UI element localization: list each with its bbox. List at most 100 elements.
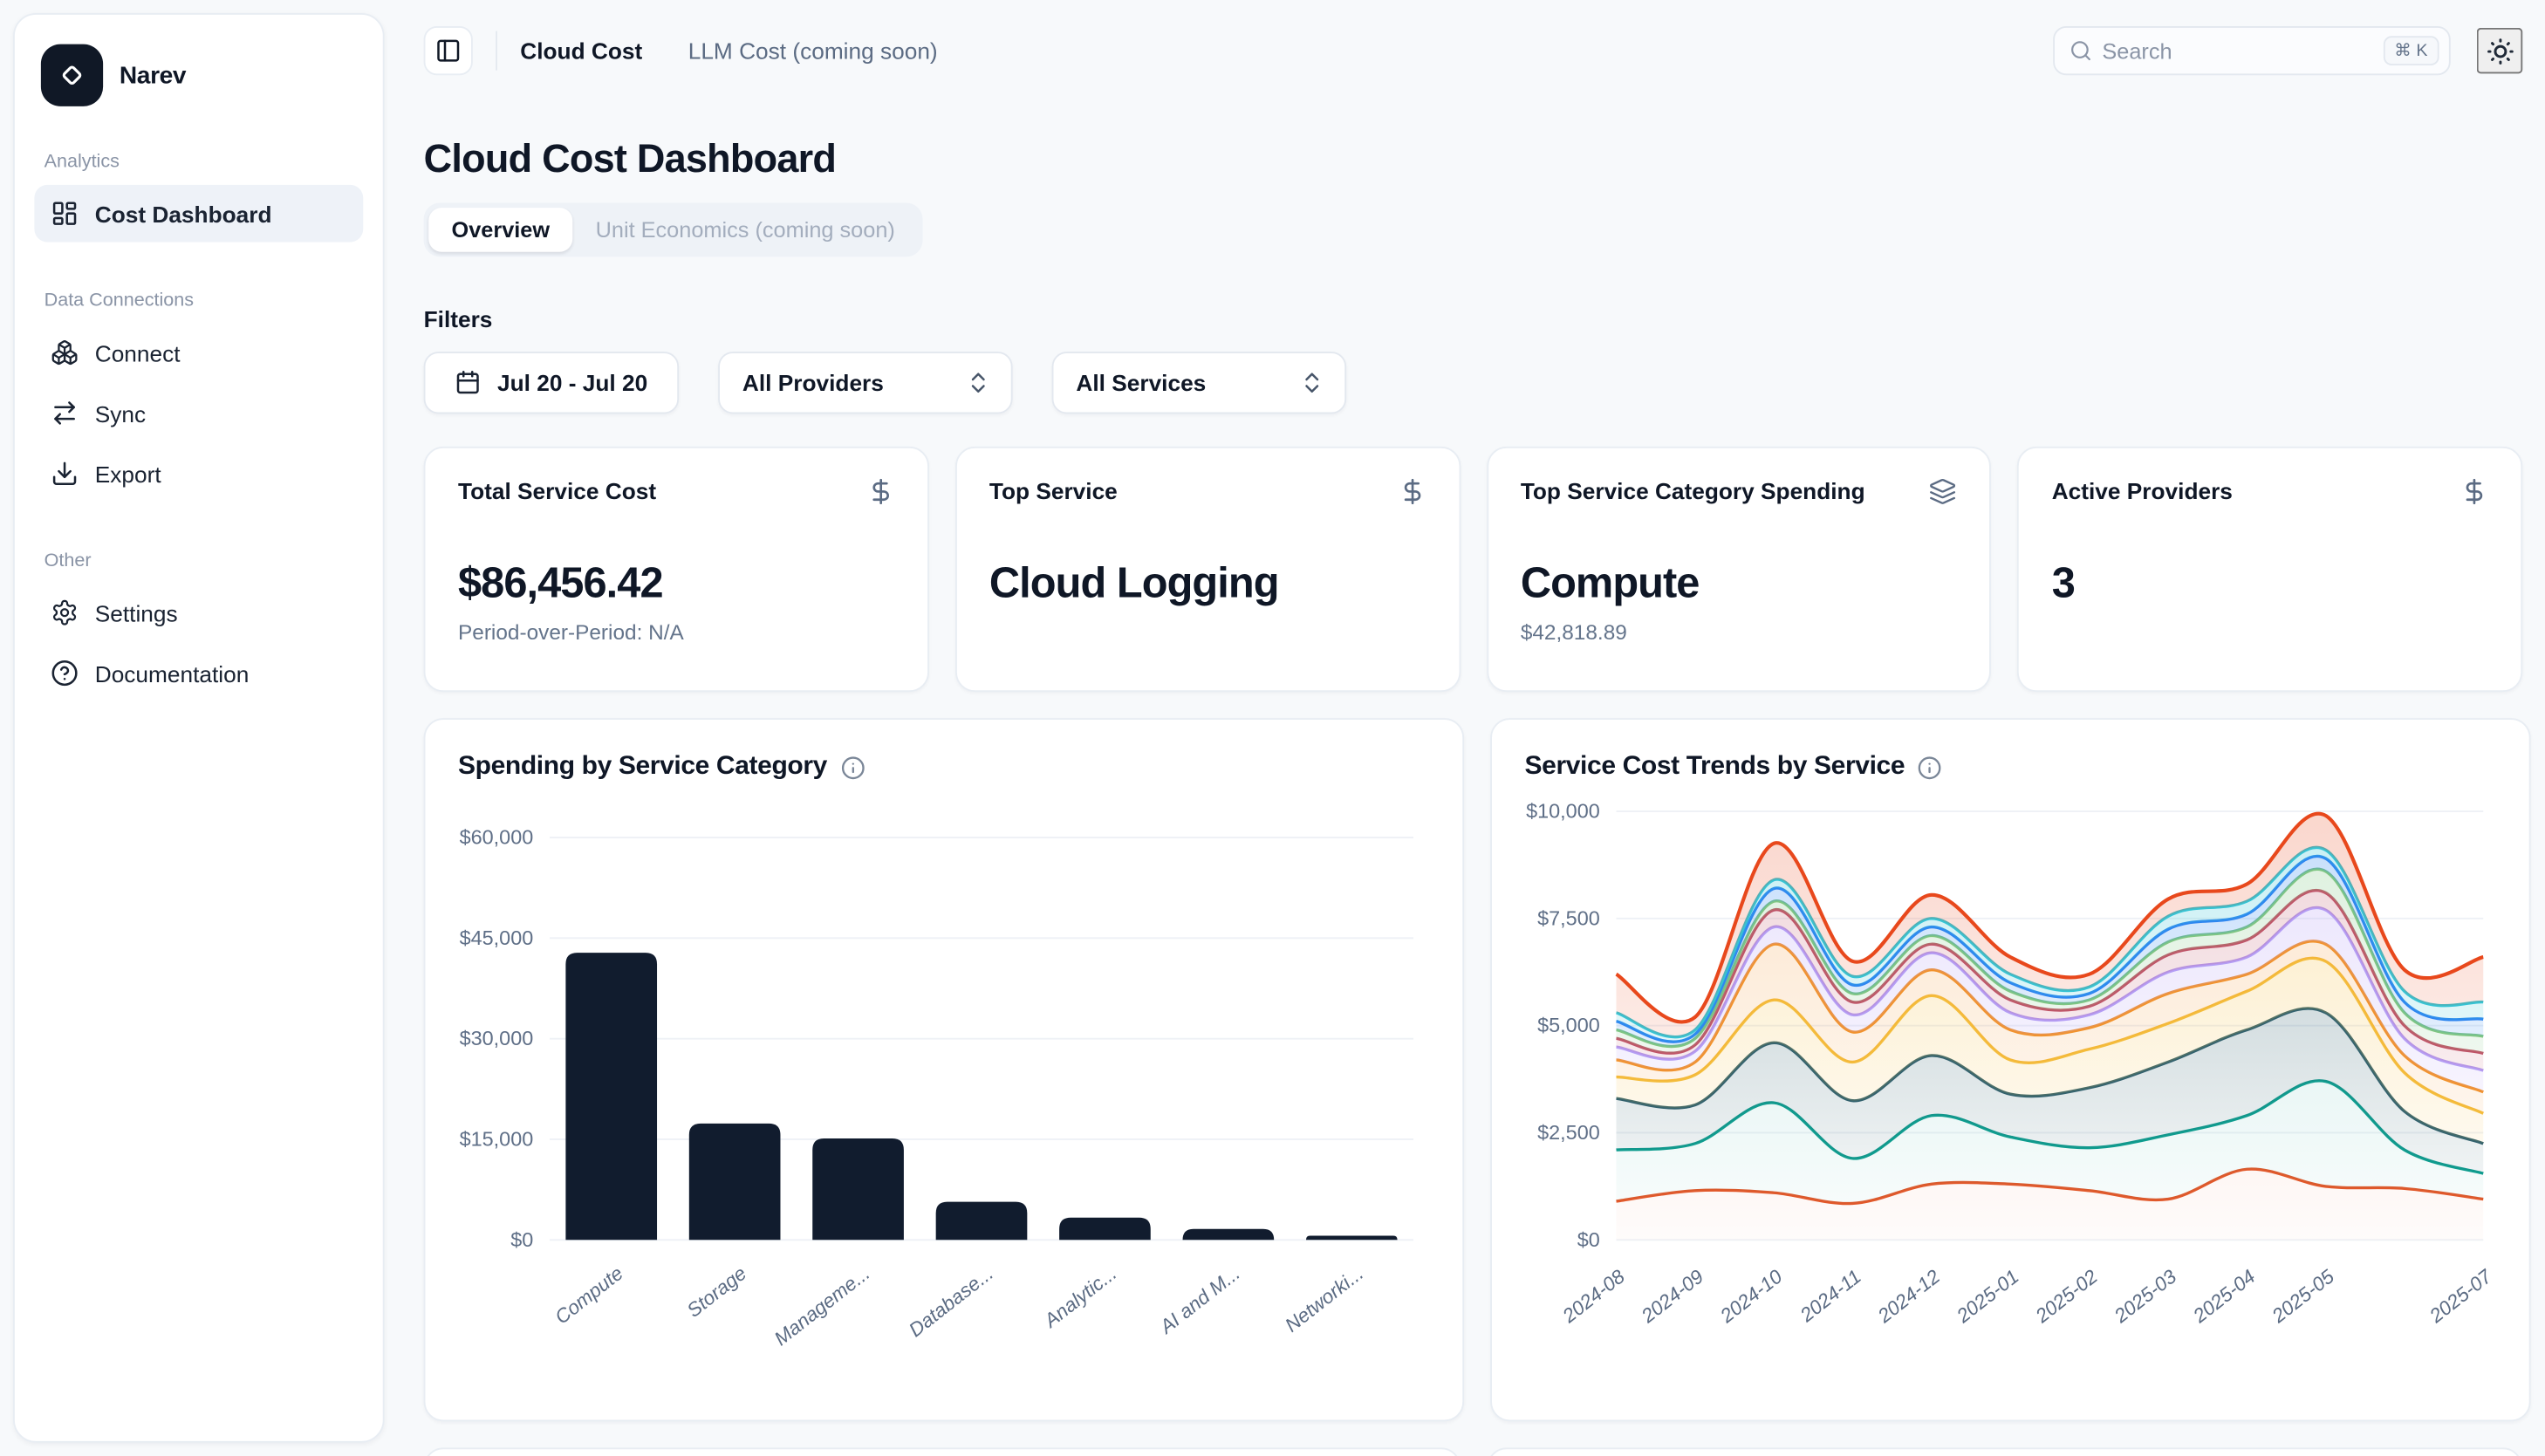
filter-controls: Jul 20 - Jul 20 All Providers All Servic… <box>424 352 2523 414</box>
svg-text:$10,000: $10,000 <box>1526 800 1600 823</box>
svg-text:Storage: Storage <box>683 1262 750 1322</box>
sidebar-item-settings[interactable]: Settings <box>34 584 363 641</box>
layers-icon <box>1929 478 1957 506</box>
partial-card-left <box>424 1447 1461 1456</box>
service-filter-value: All Services <box>1076 370 1206 396</box>
nav-cloud-cost[interactable]: Cloud Cost <box>520 38 642 64</box>
stat-title: Active Providers <box>2052 478 2233 504</box>
help-circle-icon <box>51 660 79 687</box>
svg-text:2025-03: 2025-03 <box>2110 1265 2181 1327</box>
stat-subtitle: Period-over-Period: N/A <box>458 620 894 645</box>
topbar: Cloud Cost LLM Cost (coming soon) ⌘ K <box>424 26 2523 75</box>
stat-value: 3 <box>2052 557 2488 608</box>
chevrons-up-down-icon <box>965 370 991 396</box>
svg-text:$0: $0 <box>1577 1228 1600 1251</box>
service-filter-select[interactable]: All Services <box>1051 352 1346 414</box>
stat-cards: Total Service Cost $86,456.42 Period-ove… <box>424 447 2523 692</box>
sidebar-section-other: Other <box>44 551 353 571</box>
svg-text:$15,000: $15,000 <box>460 1127 534 1150</box>
search-icon <box>2070 39 2092 62</box>
dollar-icon <box>2460 478 2488 506</box>
download-icon <box>51 460 79 488</box>
sidebar-item-label: Cost Dashboard <box>95 201 272 227</box>
svg-text:Compute: Compute <box>551 1262 626 1329</box>
sidebar-item-documentation[interactable]: Documentation <box>34 645 363 702</box>
provider-filter-value: All Providers <box>742 370 884 396</box>
stat-title: Total Service Cost <box>458 478 656 504</box>
svg-text:AI and M...: AI and M... <box>1154 1262 1244 1339</box>
sidebar-item-label: Documentation <box>95 660 250 687</box>
svg-text:Analytic...: Analytic... <box>1039 1262 1121 1333</box>
sidebar: Narev Analytics Cost Dashboard Data Conn… <box>13 13 385 1443</box>
page-title: Cloud Cost Dashboard <box>424 138 2523 184</box>
info-icon[interactable] <box>1918 755 1942 779</box>
svg-text:2025-05: 2025-05 <box>2268 1265 2339 1327</box>
dollar-icon <box>866 478 894 506</box>
svg-text:2025-01: 2025-01 <box>1952 1265 2022 1327</box>
svg-text:2024-10: 2024-10 <box>1715 1265 1787 1327</box>
tab-unit-economics[interactable]: Unit Economics (coming soon) <box>572 208 918 252</box>
provider-filter-select[interactable]: All Providers <box>718 352 1013 414</box>
sidebar-item-label: Sync <box>95 400 146 426</box>
chart-cards: Spending by Service Category $0 $15,000 $3… <box>424 718 2523 1421</box>
stat-value: $86,456.42 <box>458 557 894 608</box>
brand: Narev <box>34 41 363 110</box>
svg-text:2024-09: 2024-09 <box>1637 1265 1708 1327</box>
partial-card-right <box>1486 1447 2522 1456</box>
sidebar-toggle-button[interactable] <box>424 26 473 75</box>
nav-llm-cost[interactable]: LLM Cost (coming soon) <box>688 38 938 64</box>
svg-text:$60,000: $60,000 <box>460 826 534 849</box>
tab-overview[interactable]: Overview <box>428 208 572 252</box>
svg-text:$2,500: $2,500 <box>1537 1121 1600 1144</box>
stat-value: Cloud Logging <box>989 557 1426 608</box>
sidebar-item-sync[interactable]: Sync <box>34 385 363 442</box>
svg-text:2024-11: 2024-11 <box>1796 1265 1865 1326</box>
stat-title: Top Service <box>989 478 1118 504</box>
panel-left-icon <box>435 38 462 64</box>
dashboard-icon <box>51 200 79 228</box>
date-range-button[interactable]: Jul 20 - Jul 20 <box>424 352 679 414</box>
app-root: Narev Analytics Cost Dashboard Data Conn… <box>0 0 2545 1456</box>
svg-text:2025-07: 2025-07 <box>2425 1265 2496 1328</box>
diamond-icon <box>56 59 89 92</box>
sidebar-item-cost-dashboard[interactable]: Cost Dashboard <box>34 185 363 243</box>
cost-trends-card: Service Cost Trends by Service $0$2,500$… <box>1490 718 2531 1421</box>
search-input[interactable] <box>2102 38 2372 63</box>
svg-text:$30,000: $30,000 <box>460 1027 534 1049</box>
stat-card-top-service: Top Service Cloud Logging <box>955 447 1461 692</box>
spending-by-category-card: Spending by Service Category $0 $15,000 $3… <box>424 718 1465 1421</box>
sidebar-item-export[interactable]: Export <box>34 445 363 502</box>
brand-name: Narev <box>120 61 186 89</box>
stat-card-top-category-spending: Top Service Category Spending Compute $4… <box>1486 447 1991 692</box>
svg-text:Networki...: Networki... <box>1281 1262 1367 1336</box>
stat-title: Top Service Category Spending <box>1521 478 1865 504</box>
svg-text:2025-04: 2025-04 <box>2188 1265 2259 1327</box>
gear-icon <box>51 598 79 626</box>
search-shortcut-badge: ⌘ K <box>2383 36 2439 65</box>
stat-subtitle <box>2052 620 2488 645</box>
svg-text:$0: $0 <box>510 1228 533 1251</box>
tab-group: Overview Unit Economics (coming soon) <box>424 203 923 257</box>
dollar-icon <box>1398 478 1426 506</box>
cost-trends-chart: $0$2,500$5,000$7,500$10,0002024-082024-0… <box>1525 789 2497 1374</box>
boxes-icon <box>51 338 79 366</box>
date-range-value: Jul 20 - Jul 20 <box>497 370 647 396</box>
chart-title: Spending by Service Category <box>458 753 827 783</box>
narev-logo <box>41 44 103 106</box>
topbar-right: ⌘ K <box>2053 26 2522 75</box>
spending-by-category-chart: $0$15,000$30,000$45,000$60,000ComputeSto… <box>458 789 1430 1374</box>
info-icon[interactable] <box>840 755 865 779</box>
main-content: Cloud Cost LLM Cost (coming soon) ⌘ K Cl… <box>385 0 2545 1456</box>
sidebar-item-label: Connect <box>95 339 181 366</box>
sidebar-section-data-connections: Data Connections <box>44 291 353 311</box>
bottom-cards <box>424 1447 2523 1456</box>
stat-subtitle: $42,818.89 <box>1521 620 1957 645</box>
svg-text:2024-12: 2024-12 <box>1873 1265 1945 1327</box>
chevrons-up-down-icon <box>1298 370 1324 396</box>
svg-text:2024-08: 2024-08 <box>1558 1265 1630 1327</box>
sidebar-section-analytics: Analytics <box>44 152 353 172</box>
sidebar-item-label: Export <box>95 461 161 487</box>
search-box[interactable]: ⌘ K <box>2053 26 2451 75</box>
sidebar-item-connect[interactable]: Connect <box>34 324 363 381</box>
theme-toggle-button[interactable] <box>2477 28 2523 74</box>
